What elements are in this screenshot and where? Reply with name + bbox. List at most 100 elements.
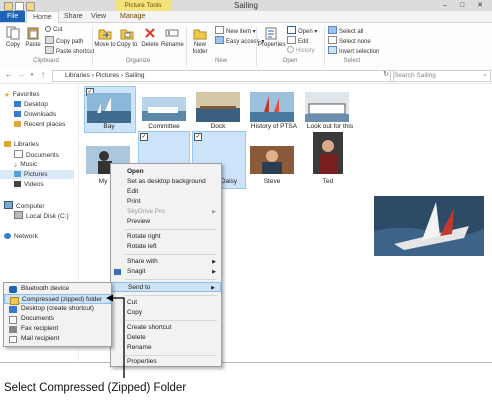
new-item-button[interactable]: New item ▾ xyxy=(215,26,256,35)
tab-home[interactable]: Home xyxy=(26,11,59,23)
copy-path-button[interactable]: Copy path xyxy=(45,36,83,45)
nav-favorites[interactable]: ★ Favorites xyxy=(4,90,40,99)
tab-view[interactable]: View xyxy=(85,11,112,22)
nav-downloads[interactable]: Downloads xyxy=(14,110,56,119)
file-dock-label[interactable]: Dock xyxy=(192,123,244,130)
menu-preview[interactable]: Preview xyxy=(111,217,221,227)
send-to-bluetooth[interactable]: Bluetooth device xyxy=(4,284,111,294)
menu-send-to[interactable]: Send to ▶ xyxy=(111,282,221,292)
send-to-desktop[interactable]: Desktop (create shortcut) xyxy=(4,304,111,314)
move-to-button[interactable]: Move to xyxy=(94,26,116,49)
edit-button[interactable]: Edit xyxy=(287,36,308,45)
close-button[interactable]: ✕ xyxy=(473,1,487,10)
submenu-arrow-icon: ▶ xyxy=(212,209,216,215)
daisy-checkbox[interactable]: ✓ xyxy=(194,133,202,141)
menu-set-desktop-background[interactable]: Set as desktop background xyxy=(111,177,221,187)
up-arrow-icon[interactable]: ↑ xyxy=(38,70,48,80)
pictures-icon xyxy=(14,171,21,177)
new-folder-button[interactable]: New folder xyxy=(188,26,212,56)
nav-computer-label: Computer xyxy=(16,203,45,210)
menu-skydrive-pro[interactable]: SkyDrive Pro ▶ xyxy=(111,207,221,217)
menu-skydrive-pro-label: SkyDrive Pro xyxy=(127,208,165,215)
paste-button[interactable]: Paste xyxy=(22,26,44,49)
nav-network[interactable]: Network xyxy=(4,232,38,241)
send-to-documents[interactable]: Documents xyxy=(4,314,111,324)
copy-button[interactable]: Copy xyxy=(2,26,24,49)
rename-button[interactable]: Rename xyxy=(161,26,184,49)
submenu-arrow-icon: ▶ xyxy=(212,259,216,265)
dock-thumbnail[interactable] xyxy=(196,92,240,122)
send-to-fax-label: Fax recipient xyxy=(21,325,59,332)
nav-pictures[interactable]: Pictures xyxy=(0,170,74,179)
breadcrumb[interactable]: Libraries › Pictures › Sailing xyxy=(65,72,144,79)
properties-button[interactable]: Properties xyxy=(258,26,285,49)
file-history-of-ptsa-label[interactable]: History of PTSA xyxy=(246,123,302,130)
search-icon[interactable]: ⌕ xyxy=(483,71,487,81)
nav-documents[interactable]: Documents xyxy=(14,150,59,159)
select-all-button[interactable]: Select all xyxy=(328,26,363,35)
menu-print[interactable]: Print xyxy=(111,197,221,207)
send-to-compressed-folder[interactable]: Compressed (zipped) folder xyxy=(4,294,111,305)
nav-downloads-label: Downloads xyxy=(24,111,57,118)
nav-recent-places[interactable]: Recent places xyxy=(14,120,65,129)
maximize-button[interactable]: □ xyxy=(455,1,469,10)
send-to-mail[interactable]: Mail recipient xyxy=(4,334,111,344)
menu-delete[interactable]: Delete xyxy=(111,333,221,343)
delete-button[interactable]: Delete xyxy=(139,26,161,49)
minimize-button[interactable]: – xyxy=(438,1,452,10)
search-input[interactable]: Search Sailing ⌕ xyxy=(390,70,491,82)
nav-local-disk[interactable]: Local Disk (C:) xyxy=(14,211,69,220)
history-button[interactable]: History xyxy=(287,46,315,54)
menu-cut[interactable]: Cut xyxy=(111,298,221,308)
desktop-icon xyxy=(9,306,17,313)
menu-rename[interactable]: Rename xyxy=(111,343,221,353)
menu-create-shortcut[interactable]: Create shortcut xyxy=(111,323,221,333)
select-group-label: Select xyxy=(343,58,361,64)
file-bay-label[interactable]: Bay xyxy=(84,123,134,130)
cut-button[interactable]: Cut xyxy=(45,26,62,34)
tab-file[interactable]: File xyxy=(0,11,26,22)
menu-edit[interactable]: Edit xyxy=(111,187,221,197)
nav-music[interactable]: ♪ Music xyxy=(14,160,37,169)
file-ted-label[interactable]: Ted xyxy=(305,178,351,185)
open-button[interactable]: Open ▾ xyxy=(287,26,317,35)
menu-open[interactable]: Open xyxy=(111,167,221,177)
paste-shortcut-button[interactable]: Paste shortcut xyxy=(45,46,94,55)
invert-selection-button[interactable]: Invert selection xyxy=(328,46,379,55)
recent-dropdown-icon[interactable]: ▾ xyxy=(27,70,37,80)
menu-share-with[interactable]: Share with ▶ xyxy=(111,257,221,267)
committee-thumbnail[interactable] xyxy=(142,97,186,121)
nav-desktop[interactable]: Desktop xyxy=(14,100,48,109)
scissors-icon xyxy=(45,26,51,32)
menu-copy[interactable]: Copy xyxy=(111,308,221,318)
file-2-checkbox[interactable]: ✓ xyxy=(140,133,148,141)
open-label: Open xyxy=(298,29,313,35)
menu-rotate-left[interactable]: Rotate left xyxy=(111,242,221,252)
look-out-thumbnail[interactable] xyxy=(305,92,349,122)
back-arrow-icon[interactable]: ← xyxy=(4,70,14,80)
nav-music-label: Music xyxy=(20,161,38,168)
menu-separator xyxy=(125,295,217,296)
steve-thumbnail[interactable] xyxy=(250,146,294,174)
nav-videos[interactable]: Videos xyxy=(14,180,44,189)
send-to-fax[interactable]: Fax recipient xyxy=(4,324,111,334)
nav-libraries[interactable]: Libraries xyxy=(4,140,39,149)
tab-manage[interactable]: Manage xyxy=(114,11,151,22)
forward-arrow-icon[interactable]: → xyxy=(16,70,26,80)
menu-rotate-right[interactable]: Rotate right xyxy=(111,232,221,242)
copy-label: Copy xyxy=(5,42,20,48)
select-all-icon xyxy=(328,26,337,34)
copy-to-button[interactable]: Copy to xyxy=(116,26,138,49)
file-committee-label[interactable]: Committee xyxy=(138,123,190,130)
select-none-button[interactable]: Select none xyxy=(328,36,371,45)
file-look-out-label[interactable]: Look out for this xyxy=(300,123,360,130)
bay-thumbnail[interactable] xyxy=(87,93,131,123)
open-group-label: Open xyxy=(282,58,298,64)
menu-properties[interactable]: Properties xyxy=(111,357,221,366)
ted-thumbnail[interactable] xyxy=(313,132,343,174)
address-bar[interactable]: Libraries › Pictures › Sailing xyxy=(52,70,394,82)
menu-snagit[interactable]: Snagit ▶ xyxy=(111,267,221,277)
history-of-ptsa-thumbnail[interactable] xyxy=(250,92,294,122)
nav-computer[interactable]: Computer xyxy=(4,201,45,210)
file-steve-label[interactable]: Steve xyxy=(246,178,298,185)
